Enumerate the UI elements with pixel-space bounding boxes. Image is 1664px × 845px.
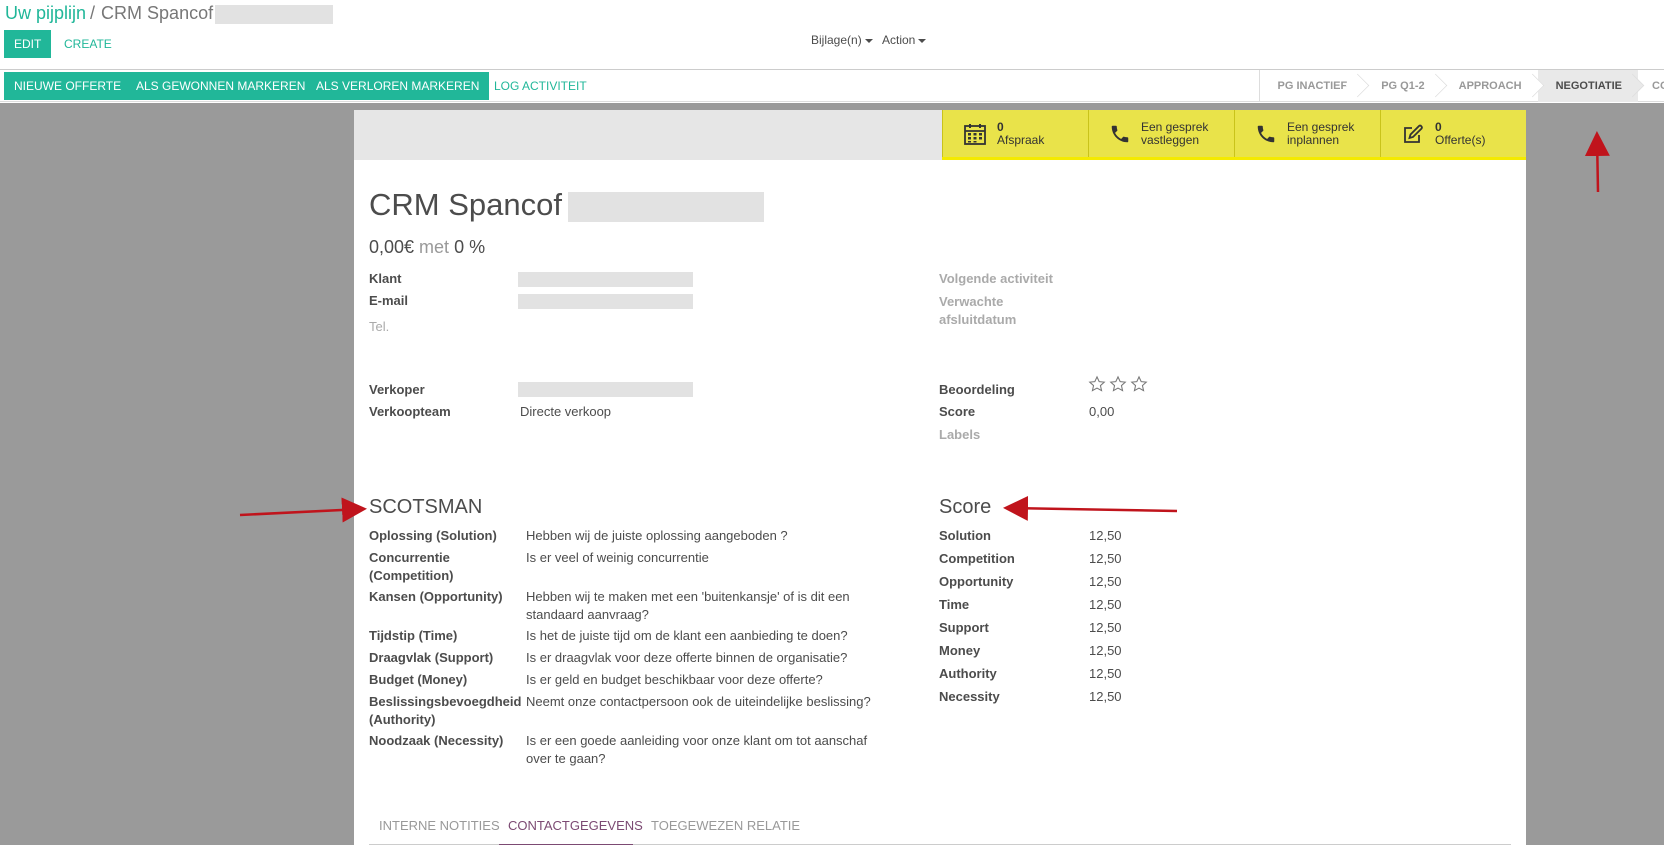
annotation-arrow-stage bbox=[1584, 131, 1610, 193]
annotation-arrow-scotsman bbox=[239, 497, 367, 523]
annotation-arrows bbox=[239, 131, 1610, 523]
annotation-arrow-score bbox=[1003, 495, 1178, 521]
